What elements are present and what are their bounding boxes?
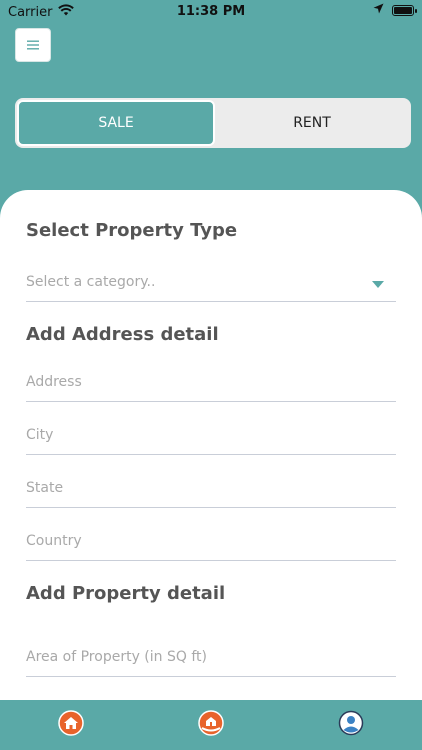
- add-property-icon: [198, 710, 224, 740]
- area-placeholder: Area of Property (in SQ ft): [26, 648, 207, 665]
- address-placeholder: Address: [26, 373, 82, 390]
- caret-down-icon: [372, 277, 384, 293]
- bottom-tab-bar: [0, 700, 422, 750]
- status-time: 11:38 PM: [176, 4, 246, 19]
- property-form-card: Select Property Type Select a category..…: [0, 190, 422, 700]
- address-field[interactable]: Address: [26, 362, 396, 402]
- menu-icon: [26, 36, 40, 55]
- country-field[interactable]: Country: [26, 521, 396, 561]
- rent-tab[interactable]: RENT: [215, 100, 409, 146]
- menu-button[interactable]: [15, 28, 51, 62]
- listing-type-toggle: SALE RENT: [15, 98, 411, 148]
- property-detail-title: Add Property detail: [26, 583, 226, 604]
- city-placeholder: City: [26, 426, 54, 443]
- tab-profile[interactable]: [338, 710, 364, 740]
- property-type-title: Select Property Type: [26, 220, 238, 241]
- status-right: [373, 3, 417, 18]
- profile-icon: [338, 710, 364, 740]
- category-select[interactable]: Select a category..: [26, 262, 396, 302]
- tab-add-property[interactable]: [198, 710, 224, 740]
- home-icon: [58, 710, 84, 740]
- location-arrow-icon: [373, 3, 384, 18]
- area-field[interactable]: Area of Property (in SQ ft): [26, 637, 396, 677]
- state-field[interactable]: State: [26, 468, 396, 508]
- status-bar: Carrier 11:38 PM: [0, 0, 422, 22]
- battery-icon: [392, 5, 417, 16]
- sale-tab[interactable]: SALE: [17, 100, 215, 146]
- category-placeholder: Select a category..: [26, 273, 156, 290]
- tab-home[interactable]: [58, 710, 84, 740]
- country-placeholder: Country: [26, 532, 82, 549]
- address-title: Add Address detail: [26, 324, 219, 345]
- city-field[interactable]: City: [26, 415, 396, 455]
- state-placeholder: State: [26, 479, 64, 496]
